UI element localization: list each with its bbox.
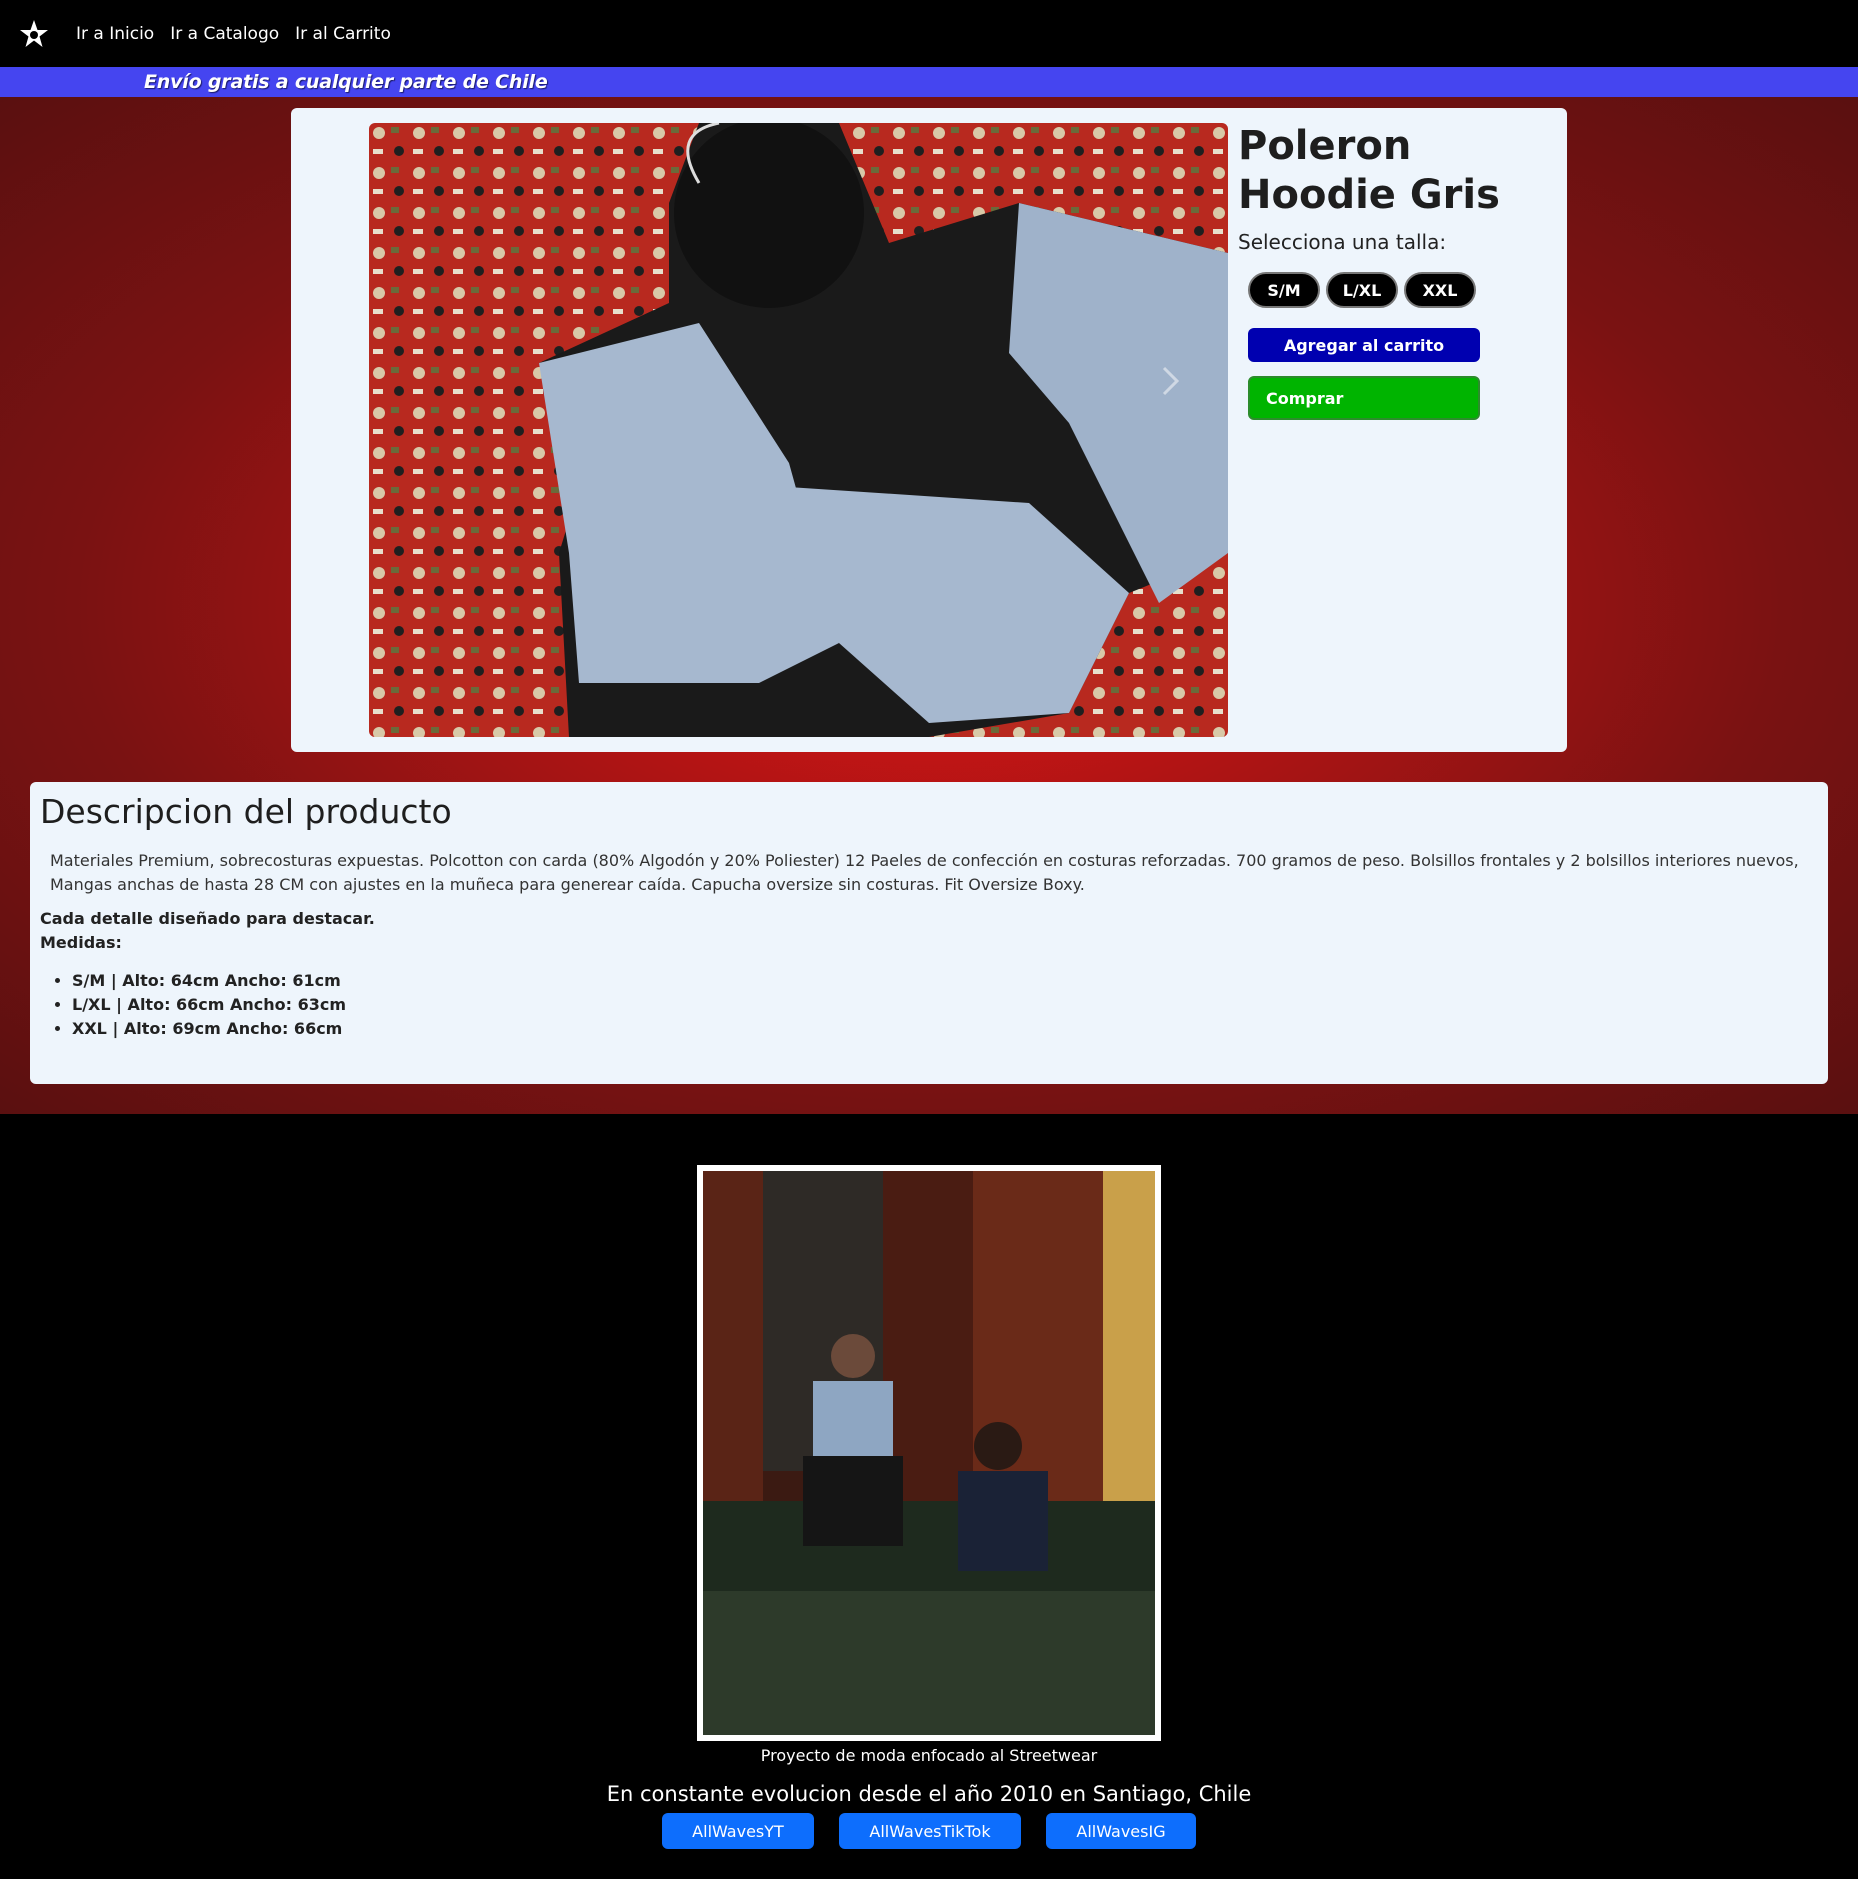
list-item: S/M | Alto: 64cm Ancho: 61cm [72, 969, 1818, 993]
tiktok-button[interactable]: AllWavesTikTok [839, 1813, 1021, 1849]
buy-button[interactable]: Comprar [1248, 376, 1480, 420]
navbar: Ir a Inicio Ir a Catalogo Ir al Carrito [0, 0, 1858, 67]
nav-link-carrito[interactable]: Ir al Carrito [295, 24, 391, 44]
description-text: Materiales Premium, sobrecosturas expues… [50, 851, 1799, 894]
product-info: Poleron Hoodie Gris Selecciona una talla… [1238, 122, 1558, 420]
instagram-button[interactable]: AllWavesIG [1046, 1813, 1196, 1849]
footer-tagline: En constante evolucion desde el año 2010… [606, 1782, 1252, 1806]
description-card: Descripcion del producto Materiales Prem… [30, 782, 1828, 1084]
size-button-lxl[interactable]: L/XL [1326, 272, 1398, 308]
social-links: AllWavesYT AllWavesTikTok AllWavesIG [0, 1813, 1858, 1849]
youtube-button[interactable]: AllWavesYT [662, 1813, 814, 1849]
footer-caption: Proyecto de moda enfocado al Streetwear [760, 1746, 1098, 1765]
promo-banner: Envío gratis a cualquier parte de Chile [0, 67, 1858, 97]
promo-text: Envío gratis a cualquier parte de Chile [144, 71, 548, 93]
description-title: Descripcion del producto [40, 792, 452, 831]
footer: Proyecto de moda enfocado al Streetwear … [0, 1114, 1858, 1879]
add-to-cart-button[interactable]: Agregar al carrito [1248, 328, 1480, 362]
star-logo-icon[interactable] [18, 18, 50, 50]
size-label: Selecciona una talla: [1238, 230, 1447, 254]
size-button-xxl[interactable]: XXL [1404, 272, 1476, 308]
footer-photo [697, 1165, 1161, 1741]
nav-link-inicio[interactable]: Ir a Inicio [76, 24, 154, 44]
measures-label: Medidas: [40, 933, 122, 952]
product-section: Poleron Hoodie Gris Selecciona una talla… [0, 97, 1858, 1114]
nav-link-catalogo[interactable]: Ir a Catalogo [170, 24, 279, 44]
product-card: Poleron Hoodie Gris Selecciona una talla… [291, 108, 1567, 752]
list-item: XXL | Alto: 69cm Ancho: 66cm [72, 1017, 1818, 1041]
size-selector: S/M L/XL XXL [1248, 272, 1558, 308]
list-item: L/XL | Alto: 66cm Ancho: 63cm [72, 993, 1818, 1017]
description-highlight: Cada detalle diseñado para destacar. [40, 909, 375, 928]
size-button-sm[interactable]: S/M [1248, 272, 1320, 308]
measures-list: S/M | Alto: 64cm Ancho: 61cm L/XL | Alto… [40, 969, 1818, 1041]
product-title: Poleron Hoodie Gris [1238, 123, 1500, 218]
product-image[interactable] [369, 123, 1228, 737]
